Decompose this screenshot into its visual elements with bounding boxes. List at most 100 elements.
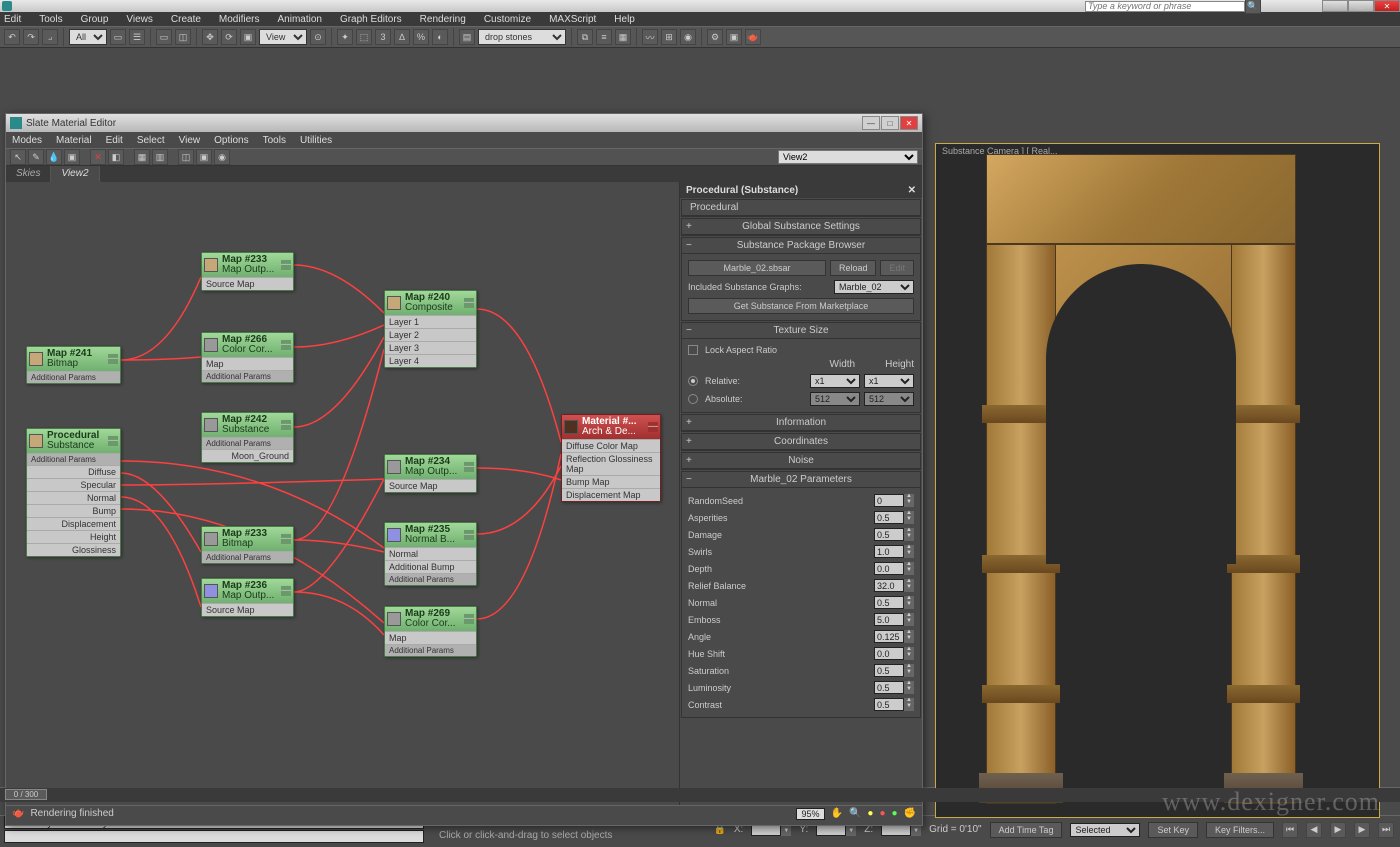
param-input[interactable] [874,528,904,541]
coordinates-rollup[interactable]: +Coordinates [682,434,920,450]
props-close-icon[interactable]: ✕ [908,185,916,196]
dlg-menu-options[interactable]: Options [214,135,248,146]
region-rect-icon[interactable]: ▭ [156,29,172,45]
play-next-icon[interactable]: ▶ [1354,822,1370,838]
lock-aspect-check[interactable] [688,345,698,355]
align-icon[interactable]: ≡ [596,29,612,45]
param-input[interactable] [874,698,904,711]
link-icon[interactable]: ⟓ [42,29,58,45]
render-icon[interactable]: 🫖 [745,29,761,45]
param-input[interactable] [874,545,904,558]
param-input[interactable] [874,494,904,507]
dlg-menu-modes[interactable]: Modes [12,135,42,146]
rel-height-select[interactable]: x1 [864,374,914,388]
redo-icon[interactable]: ↷ [23,29,39,45]
node-material-output[interactable]: Material #...Arch & De...— Diffuse Color… [561,414,661,502]
graphs-select[interactable]: Marble_02 [834,280,914,294]
viewport-3d[interactable]: Substance Camera ] [ Real... [935,143,1380,818]
noise-rollup[interactable]: +Noise [682,453,920,469]
menu-edit[interactable]: Edit [4,14,21,25]
pick-icon[interactable]: ↖ [10,149,26,165]
relative-radio[interactable] [688,376,698,386]
menu-maxscript[interactable]: MAXScript [549,14,596,25]
window-cross-icon[interactable]: ◫ [175,29,191,45]
brush-icon[interactable]: ✎ [28,149,44,165]
menu-tools[interactable]: Tools [39,14,62,25]
play-start-icon[interactable]: ⏮ [1282,822,1298,838]
node-map234[interactable]: Map #234Map Outp...— Source Map [384,454,477,493]
node-map233b[interactable]: Map #233Bitmap— Additional Params [201,526,294,564]
edit-button[interactable]: Edit [880,260,914,276]
menu-help[interactable]: Help [614,14,635,25]
abs-width-select[interactable]: 512 [810,392,860,406]
node-map269[interactable]: Map #269Color Cor...— Map Additional Par… [384,606,477,657]
ref-coord-select[interactable]: View [259,29,307,45]
snap-toggle-icon[interactable]: ⬚ [356,29,372,45]
tab-view2[interactable]: View2 [51,166,99,182]
preview-icon[interactable]: ◉ [214,149,230,165]
dialog-max-button[interactable]: □ [881,116,899,130]
play-end-icon[interactable]: ⏭ [1378,822,1394,838]
minimize-button[interactable]: — [1322,0,1348,12]
grab-icon[interactable]: ✊ [904,808,916,819]
view-select[interactable]: View2 [778,150,918,164]
absolute-radio[interactable] [688,394,698,404]
tab-skies[interactable]: Skies [6,166,51,182]
node-color2-icon[interactable]: ● [879,808,885,819]
param-input[interactable] [874,613,904,626]
layout-all-icon[interactable]: ▦ [134,149,150,165]
named-sets-icon[interactable]: ▤ [459,29,475,45]
menu-customize[interactable]: Customize [484,14,531,25]
mirror-icon[interactable]: ⧉ [577,29,593,45]
maximize-button[interactable]: □ [1348,0,1374,12]
node-map233a[interactable]: Map #233Map Outp...— Source Map [201,252,294,291]
node-map241[interactable]: Map #241Bitmap— Additional Params [26,346,121,384]
assign-icon[interactable]: ▣ [64,149,80,165]
move-child-icon[interactable]: ◧ [108,149,124,165]
substance-file-button[interactable]: Marble_02.sbsar [688,260,826,276]
pan-icon[interactable]: ✋ [831,808,843,819]
marble-params-rollup[interactable]: −Marble_02 Parameters [682,472,920,488]
rotate-icon[interactable]: ⟳ [221,29,237,45]
show-end-icon[interactable]: ▣ [196,149,212,165]
asnap-icon[interactable]: ∆ [394,29,410,45]
rel-width-select[interactable]: x1 [810,374,860,388]
command-input[interactable] [4,830,424,843]
node-color3-icon[interactable]: ● [892,808,898,819]
dlg-menu-edit[interactable]: Edit [106,135,123,146]
show-map-icon[interactable]: ◫ [178,149,194,165]
dialog-titlebar[interactable]: Slate Material Editor — □ ✕ [6,114,922,132]
key-filters-button[interactable]: Key Filters... [1206,822,1274,838]
selected-filter-select[interactable]: Selected [1070,823,1140,837]
dialog-min-button[interactable]: — [862,116,880,130]
global-settings-rollup[interactable]: +Global Substance Settings [682,219,920,235]
node-color1-icon[interactable]: ● [867,808,873,819]
menu-create[interactable]: Create [171,14,201,25]
snap3-icon[interactable]: 3 [375,29,391,45]
param-input[interactable] [874,630,904,643]
delete-icon[interactable]: ✕ [90,149,106,165]
reload-button[interactable]: Reload [830,260,877,276]
information-rollup[interactable]: +Information [682,415,920,431]
scale-icon[interactable]: ▣ [240,29,256,45]
psnap-icon[interactable]: % [413,29,429,45]
render-setup-icon[interactable]: ⚙ [707,29,723,45]
menu-group[interactable]: Group [81,14,109,25]
param-input[interactable] [874,579,904,592]
marketplace-button[interactable]: Get Substance From Marketplace [688,298,914,314]
menu-views[interactable]: Views [126,14,153,25]
close-button[interactable]: ✕ [1374,0,1400,12]
param-input[interactable] [874,562,904,575]
dlg-menu-select[interactable]: Select [137,135,165,146]
param-input[interactable] [874,664,904,677]
dlg-menu-tools[interactable]: Tools [263,135,286,146]
node-map236[interactable]: Map #236Map Outp...— Source Map [201,578,294,617]
move-icon[interactable]: ✥ [202,29,218,45]
param-input[interactable] [874,511,904,524]
param-input[interactable] [874,647,904,660]
set-key-button[interactable]: Set Key [1148,822,1198,838]
timeline-knob[interactable]: 0 / 300 [5,789,47,800]
node-canvas[interactable]: Map #241Bitmap— Additional Params Proced… [6,182,679,805]
keyword-search-input[interactable] [1085,1,1245,12]
dlg-menu-utilities[interactable]: Utilities [300,135,332,146]
